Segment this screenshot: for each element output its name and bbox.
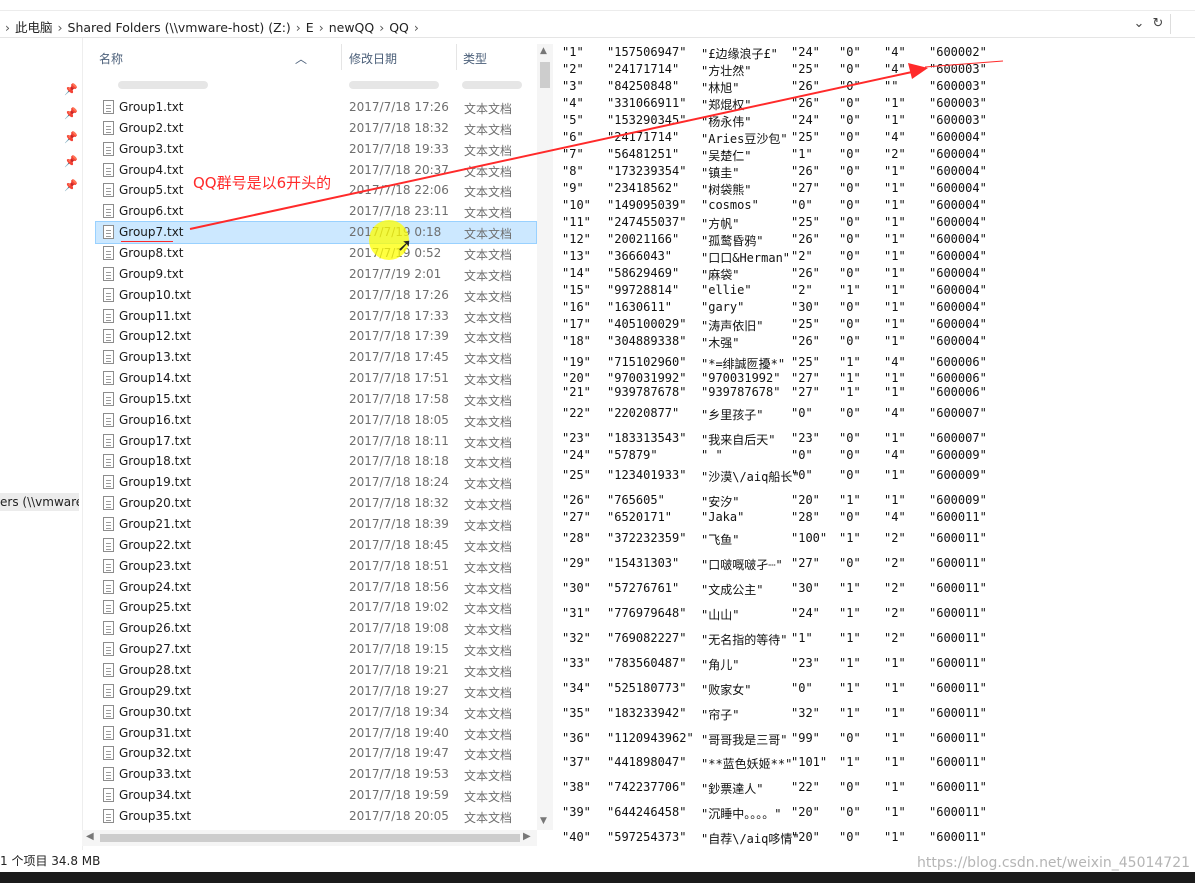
watermark: https://blog.csdn.net/weixin_45014721 bbox=[917, 855, 1191, 871]
annotation-arrow bbox=[189, 60, 1004, 230]
annotation-label: QQ群号是以6开头的 bbox=[193, 174, 332, 192]
taskbar bbox=[0, 872, 1195, 883]
